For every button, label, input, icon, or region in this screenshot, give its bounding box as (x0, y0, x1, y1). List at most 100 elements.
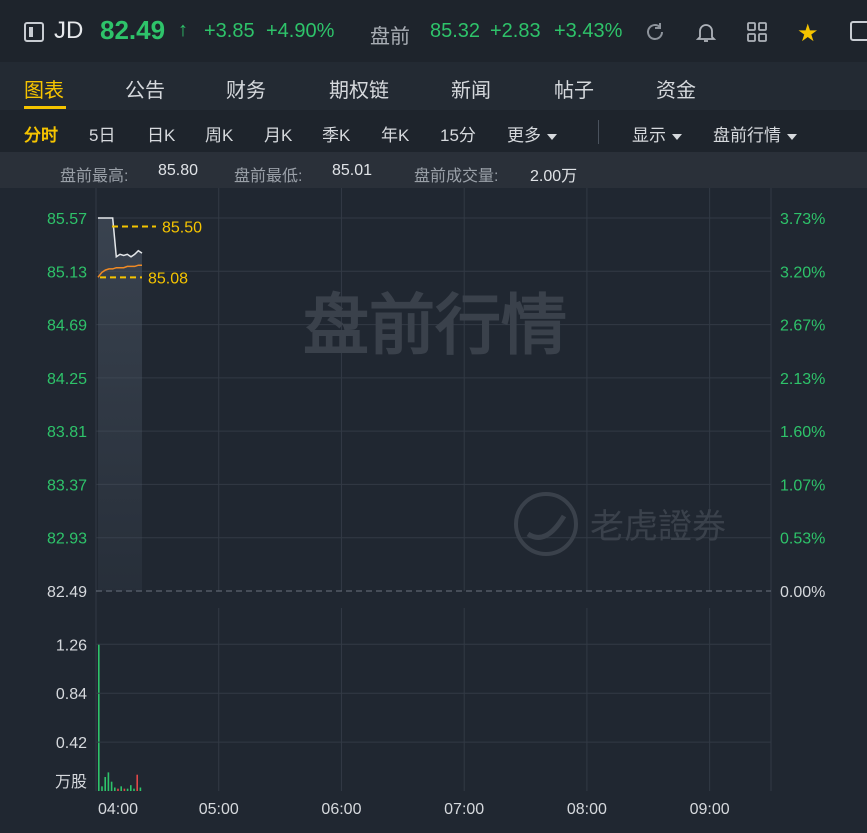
period-weekly[interactable]: 周K (205, 121, 233, 146)
y-tick-right: 2.67% (780, 318, 825, 335)
volume-bar (98, 644, 100, 791)
x-tick: 06:00 (321, 801, 361, 818)
premarket-change: +2.83 (490, 20, 541, 42)
volume-tick: 0.84 (56, 686, 87, 703)
high-marker-label: 85.50 (162, 219, 202, 236)
tab-capital-flow[interactable]: 资金 (656, 74, 696, 103)
y-axis-left: 85.57 85.13 84.69 84.25 83.81 83.37 82.93 82.49 (47, 211, 87, 601)
tab-financials[interactable]: 财务 (226, 74, 266, 103)
price-area-fill (98, 218, 142, 591)
x-tick: 04:00 (98, 801, 138, 818)
period-5day[interactable]: 5日 (89, 121, 115, 146)
y-tick-right: 0.53% (780, 531, 825, 548)
period-quarterly[interactable]: 季K (322, 121, 350, 146)
last-price: 82.49 (100, 15, 166, 45)
volume-bar (110, 781, 113, 791)
y-tick-left: 84.69 (47, 318, 87, 335)
grid-lines (95, 188, 772, 791)
y-tick-right: 3.20% (780, 264, 825, 281)
window-icon[interactable] (850, 21, 867, 41)
period-daily[interactable]: 日K (147, 121, 175, 146)
star-icon[interactable]: ★ (797, 19, 819, 48)
tab-options-chain[interactable]: 期权链 (329, 74, 389, 103)
high-label: 盘前最高: (60, 168, 129, 185)
high-value: 85.80 (158, 162, 199, 179)
low-label: 盘前最低: (234, 168, 303, 185)
volume-bar (120, 786, 122, 791)
refresh-icon[interactable] (643, 20, 667, 44)
brand-watermark: 老虎證券 (514, 492, 726, 556)
y-tick-left: 85.13 (47, 264, 87, 281)
y-tick-right: 3.73% (780, 211, 825, 228)
low-value: 85.01 (332, 162, 373, 179)
volume-bar (126, 788, 129, 791)
grid-icon[interactable] (745, 20, 769, 44)
premarket-label: 盘前 (370, 26, 410, 48)
period-15min[interactable]: 15分 (440, 121, 476, 146)
y-tick-left: 82.93 (47, 531, 87, 548)
low-marker-label: 85.08 (148, 270, 188, 287)
premarket-stats: 盘前最高: 85.80 盘前最低: 85.01 盘前成交量: 2.00万 (0, 152, 867, 188)
y-tick-left: 85.57 (47, 211, 87, 228)
period-intraday[interactable]: 分时 (24, 121, 58, 146)
volume-label: 盘前成交量: (414, 168, 499, 185)
x-tick: 09:00 (690, 801, 730, 818)
section-tabs: 图表 公告 财务 期权链 新闻 帖子 资金 (0, 62, 867, 110)
price-change-percent: +4.90% (266, 20, 335, 42)
volume-bar (107, 772, 110, 791)
up-arrow-icon: ↑ (178, 19, 188, 41)
premarket-price: 85.32 (430, 20, 481, 42)
volume-bar (114, 787, 116, 791)
y-axis-right: 3.73% 3.20% 2.67% 2.13% 1.60% 1.07% 0.53% 0.00% (780, 211, 825, 601)
chart-canvas[interactable]: 盘前行情 老虎證券 85.50 85.08 85.57 85.13 84.69 84.2… (0, 188, 867, 833)
y-tick-right: 1.60% (780, 424, 825, 441)
y-tick-left: 84.25 (47, 371, 87, 388)
intraday-chart[interactable]: 盘前行情 老虎證券 85.50 85.08 85.57 85.13 84.69 84.2… (0, 188, 867, 833)
x-tick: 08:00 (567, 801, 607, 818)
brand-logo-icon (514, 492, 578, 556)
ticker-symbol: JD (54, 17, 84, 44)
session-dropdown[interactable]: 盘前行情 (713, 121, 797, 146)
caret-down-icon (672, 133, 682, 140)
x-tick: 05:00 (199, 801, 239, 818)
volume-axis: 1.26 0.84 0.42 万股 (55, 637, 771, 791)
y-tick-right: 2.13% (780, 371, 825, 388)
volume-bar (101, 786, 103, 791)
y-tick-left: 82.49 (47, 584, 87, 601)
more-label: 更多 (507, 126, 541, 145)
price-change: +3.85 (204, 20, 255, 42)
premarket-change-percent: +3.43% (554, 20, 623, 42)
brand-watermark-text: 老虎證券 (590, 507, 726, 547)
period-yearly[interactable]: 年K (381, 121, 409, 146)
period-monthly[interactable]: 月K (264, 121, 292, 146)
volume-value: 2.00万 (530, 168, 578, 185)
volume-bar (133, 788, 135, 791)
volume-bar (130, 785, 132, 791)
volume-bars (98, 644, 142, 791)
display-dropdown[interactable]: 显示 (632, 121, 682, 146)
sidebar-toggle-icon[interactable] (24, 22, 44, 42)
volume-bar (117, 788, 119, 791)
display-label: 显示 (632, 126, 666, 145)
price-area (98, 218, 142, 591)
volume-tick: 0.42 (56, 735, 87, 752)
more-dropdown[interactable]: 更多 (507, 121, 557, 146)
volume-bar (139, 787, 142, 791)
divider (598, 120, 599, 144)
active-tab-indicator (24, 106, 66, 109)
tab-news[interactable]: 新闻 (451, 74, 491, 103)
bell-icon[interactable] (694, 20, 718, 44)
period-bar: 分时 5日 日K 周K 月K 季K 年K 15分 更多 显示 盘前行情 (0, 110, 867, 152)
volume-unit-label: 万股 (55, 773, 87, 791)
volume-bar (123, 788, 126, 791)
x-axis: 04:00 05:00 06:00 07:00 08:00 09:00 (98, 801, 730, 818)
y-tick-right: 0.00% (780, 584, 825, 601)
tab-announcements[interactable]: 公告 (125, 74, 165, 103)
caret-down-icon (547, 133, 557, 140)
y-tick-left: 83.81 (47, 424, 87, 441)
volume-bar (136, 774, 138, 791)
caret-down-icon (787, 133, 797, 140)
tab-posts[interactable]: 帖子 (554, 74, 594, 103)
quote-header: JD 82.49 ↑ +3.85 +4.90% 盘前 85.32 +2.83 +… (0, 0, 867, 62)
tab-chart[interactable]: 图表 (24, 74, 64, 103)
